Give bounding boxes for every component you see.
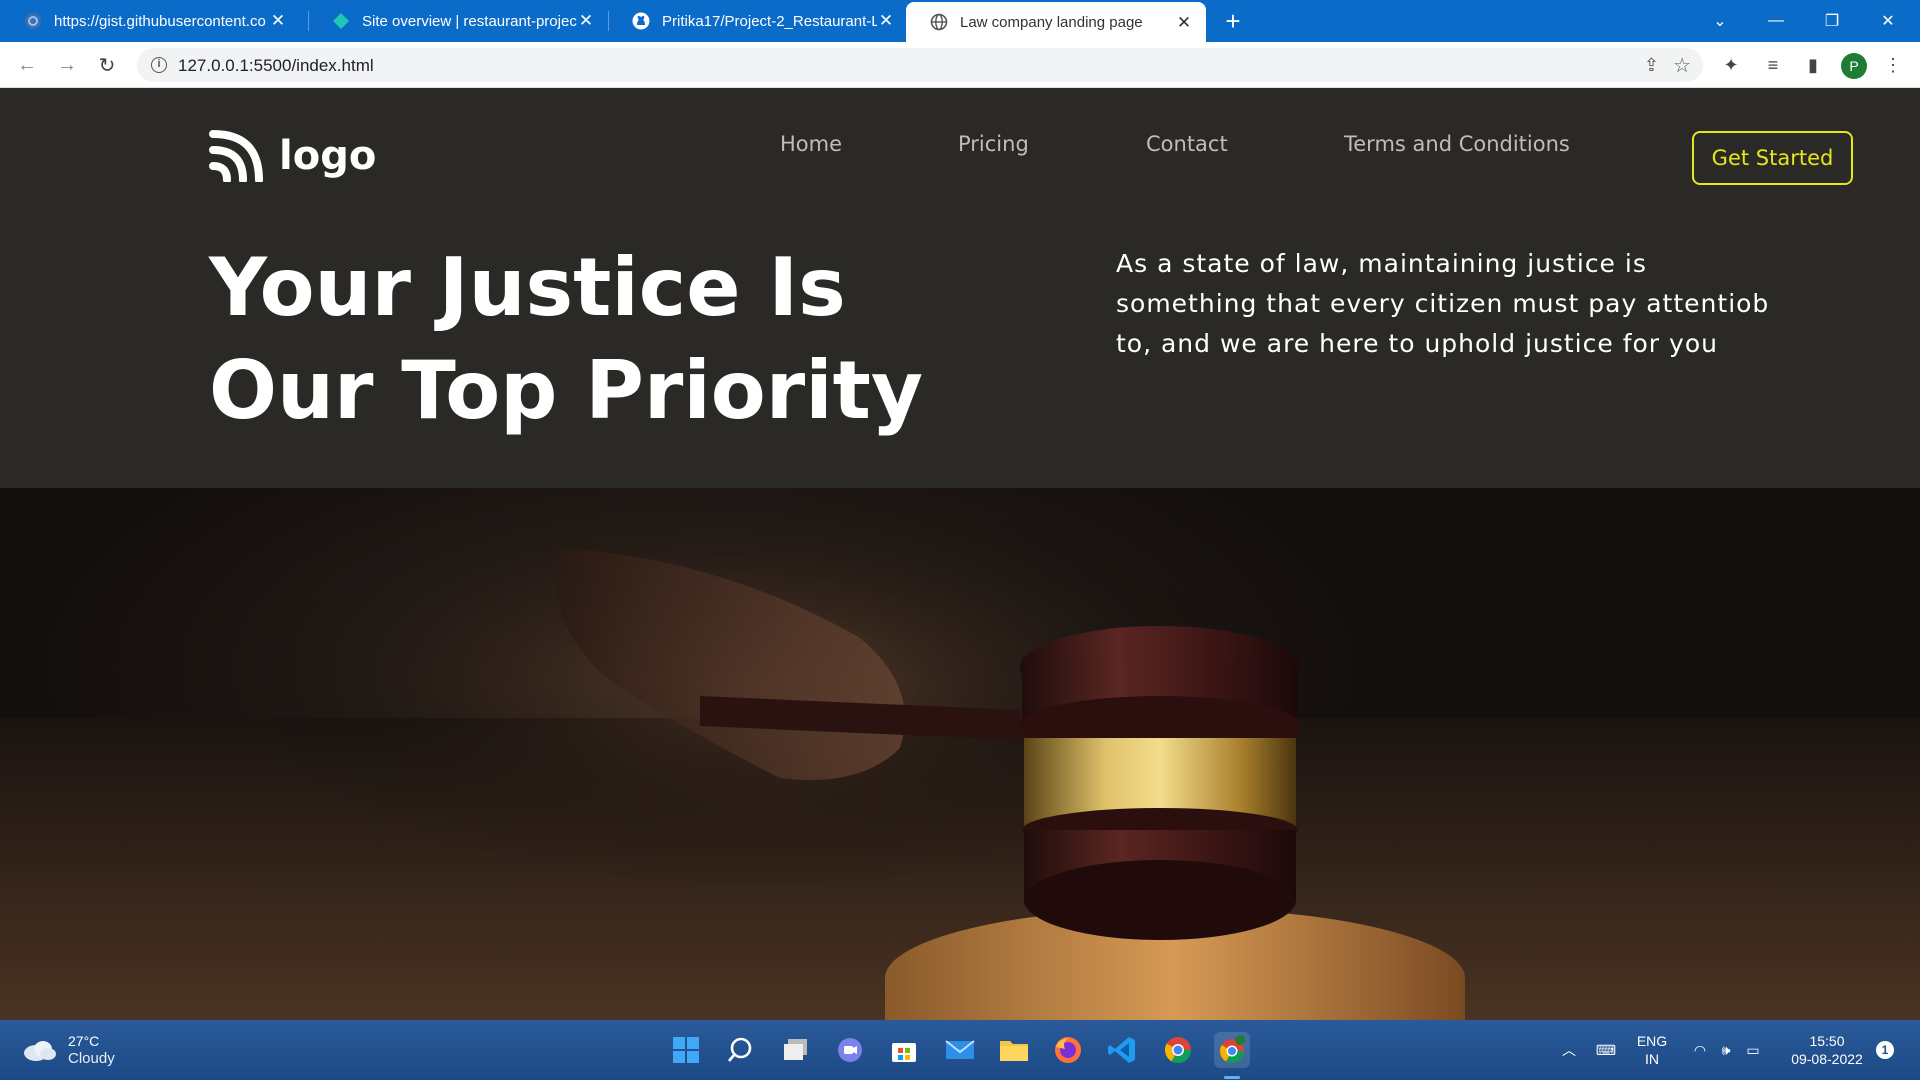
tab-search-icon[interactable]: ⌄ [1692,0,1748,42]
temperature-text: 27°C [68,1033,100,1049]
rss-logo-icon [209,130,263,182]
nav-pricing[interactable]: Pricing [958,132,1029,156]
notification-badge[interactable]: 1 [1876,1041,1894,1059]
site-header: logo Home Pricing Contact Terms and Cond… [0,88,1920,488]
address-bar[interactable]: i 127.0.0.1:5500/index.html ⇪ ☆ [137,48,1703,82]
logo-text: logo [279,133,377,179]
language-indicator[interactable]: ENG IN [1628,1020,1676,1080]
close-tab-icon[interactable]: ✕ [574,9,598,33]
reading-list-icon[interactable]: ≡ [1762,54,1784,76]
active-app-indicator [1224,1076,1240,1079]
minimize-icon[interactable]: — [1748,0,1804,42]
browser-tab-strip: https://gist.githubusercontent.co ✕ Site… [0,0,1920,42]
more-menu-icon[interactable]: ⋮ [1882,54,1904,76]
task-view-icon[interactable] [778,1032,814,1068]
chrome-icon[interactable] [1160,1032,1196,1068]
tab-title: https://gist.githubusercontent.co [54,12,266,30]
web-page: logo Home Pricing Contact Terms and Cond… [0,88,1920,1020]
tab-github[interactable]: Pritika17/Project-2_Restaurant-L ✕ [608,0,908,42]
wifi-icon[interactable]: ◠ [1688,1020,1712,1080]
github-icon [632,12,650,30]
clock[interactable]: 15:50 09-08-2022 [1780,1020,1874,1080]
site-info-icon[interactable]: i [151,57,167,73]
chrome-profile-icon[interactable] [1214,1032,1250,1068]
tab-title: Site overview | restaurant-project [362,12,577,30]
site-logo[interactable]: logo [209,130,376,182]
forward-icon[interactable]: → [53,51,81,79]
battery-icon[interactable]: ▭ [1740,1020,1766,1080]
restore-icon[interactable]: ❐ [1804,0,1860,42]
tab-law-company[interactable]: Law company landing page ✕ [906,2,1206,42]
back-icon[interactable]: ← [13,51,41,79]
lang-line-2: IN [1645,1051,1659,1067]
netlify-icon [333,13,349,29]
close-tab-icon[interactable]: ✕ [266,9,290,33]
tab-title: Law company landing page [960,13,1143,31]
browser-toolbar: ← → ↻ i 127.0.0.1:5500/index.html ⇪ ☆ ✦ … [0,42,1920,88]
time-text: 15:50 [1809,1033,1845,1049]
url-text[interactable]: 127.0.0.1:5500/index.html [178,56,374,76]
close-tab-icon[interactable]: ✕ [874,9,898,33]
date-text: 09-08-2022 [1791,1051,1863,1067]
start-menu-icon[interactable] [668,1032,704,1068]
mail-icon[interactable] [942,1032,978,1068]
nav-contact[interactable]: Contact [1146,132,1228,156]
hero-gavel-image [0,488,1920,1020]
side-panel-icon[interactable]: ▮ [1802,54,1824,76]
tab-title: Pritika17/Project-2_Restaurant-L [662,12,877,30]
windows-taskbar: 27°C Cloudy ︿ ⌨ ENG IN ◠ 🕪 ▭ 15:50 09-08… [0,1020,1920,1080]
hero-subtext: As a state of law, maintaining justice i… [1116,249,1770,358]
tab-gist[interactable]: https://gist.githubusercontent.co ✕ [0,0,300,42]
teams-chat-icon[interactable] [832,1032,868,1068]
reload-icon[interactable]: ↻ [93,51,121,79]
extensions-icon[interactable]: ✦ [1720,54,1742,76]
window-close-icon[interactable]: ✕ [1860,0,1916,42]
nav-home[interactable]: Home [780,132,842,156]
volume-icon[interactable]: 🕪 [1714,1020,1738,1080]
headline-line-1: Your Justice Is [209,241,846,334]
search-icon[interactable] [722,1032,758,1068]
headline-line-2: Our Top Priority [209,344,924,437]
profile-avatar[interactable]: P [1841,53,1867,79]
gavel-illustration [0,488,1920,1020]
file-explorer-icon[interactable] [996,1032,1032,1068]
get-started-button[interactable]: Get Started [1692,131,1853,185]
bookmark-star-icon[interactable]: ☆ [1673,53,1691,78]
hero-headline: Your Justice Is Our Top Priority [209,236,923,442]
weather-text: Cloudy [68,1050,115,1067]
cloud-icon [22,1039,56,1061]
show-hidden-icons[interactable]: ︿ [1556,1020,1582,1080]
share-icon[interactable]: ⇪ [1644,55,1659,76]
gist-icon [25,13,41,29]
tab-netlify[interactable]: Site overview | restaurant-project ✕ [308,0,608,42]
keyboard-icon[interactable]: ⌨ [1592,1020,1620,1080]
globe-icon [930,13,948,31]
lang-line-1: ENG [1636,1033,1668,1049]
weather-widget[interactable]: 27°C Cloudy [22,1032,115,1068]
microsoft-store-icon[interactable] [886,1032,922,1068]
new-tab-button[interactable]: + [1218,7,1248,37]
vscode-icon[interactable] [1104,1032,1140,1068]
close-tab-icon[interactable]: ✕ [1172,11,1196,35]
nav-terms[interactable]: Terms and Conditions [1344,132,1570,156]
firefox-icon[interactable] [1050,1032,1086,1068]
